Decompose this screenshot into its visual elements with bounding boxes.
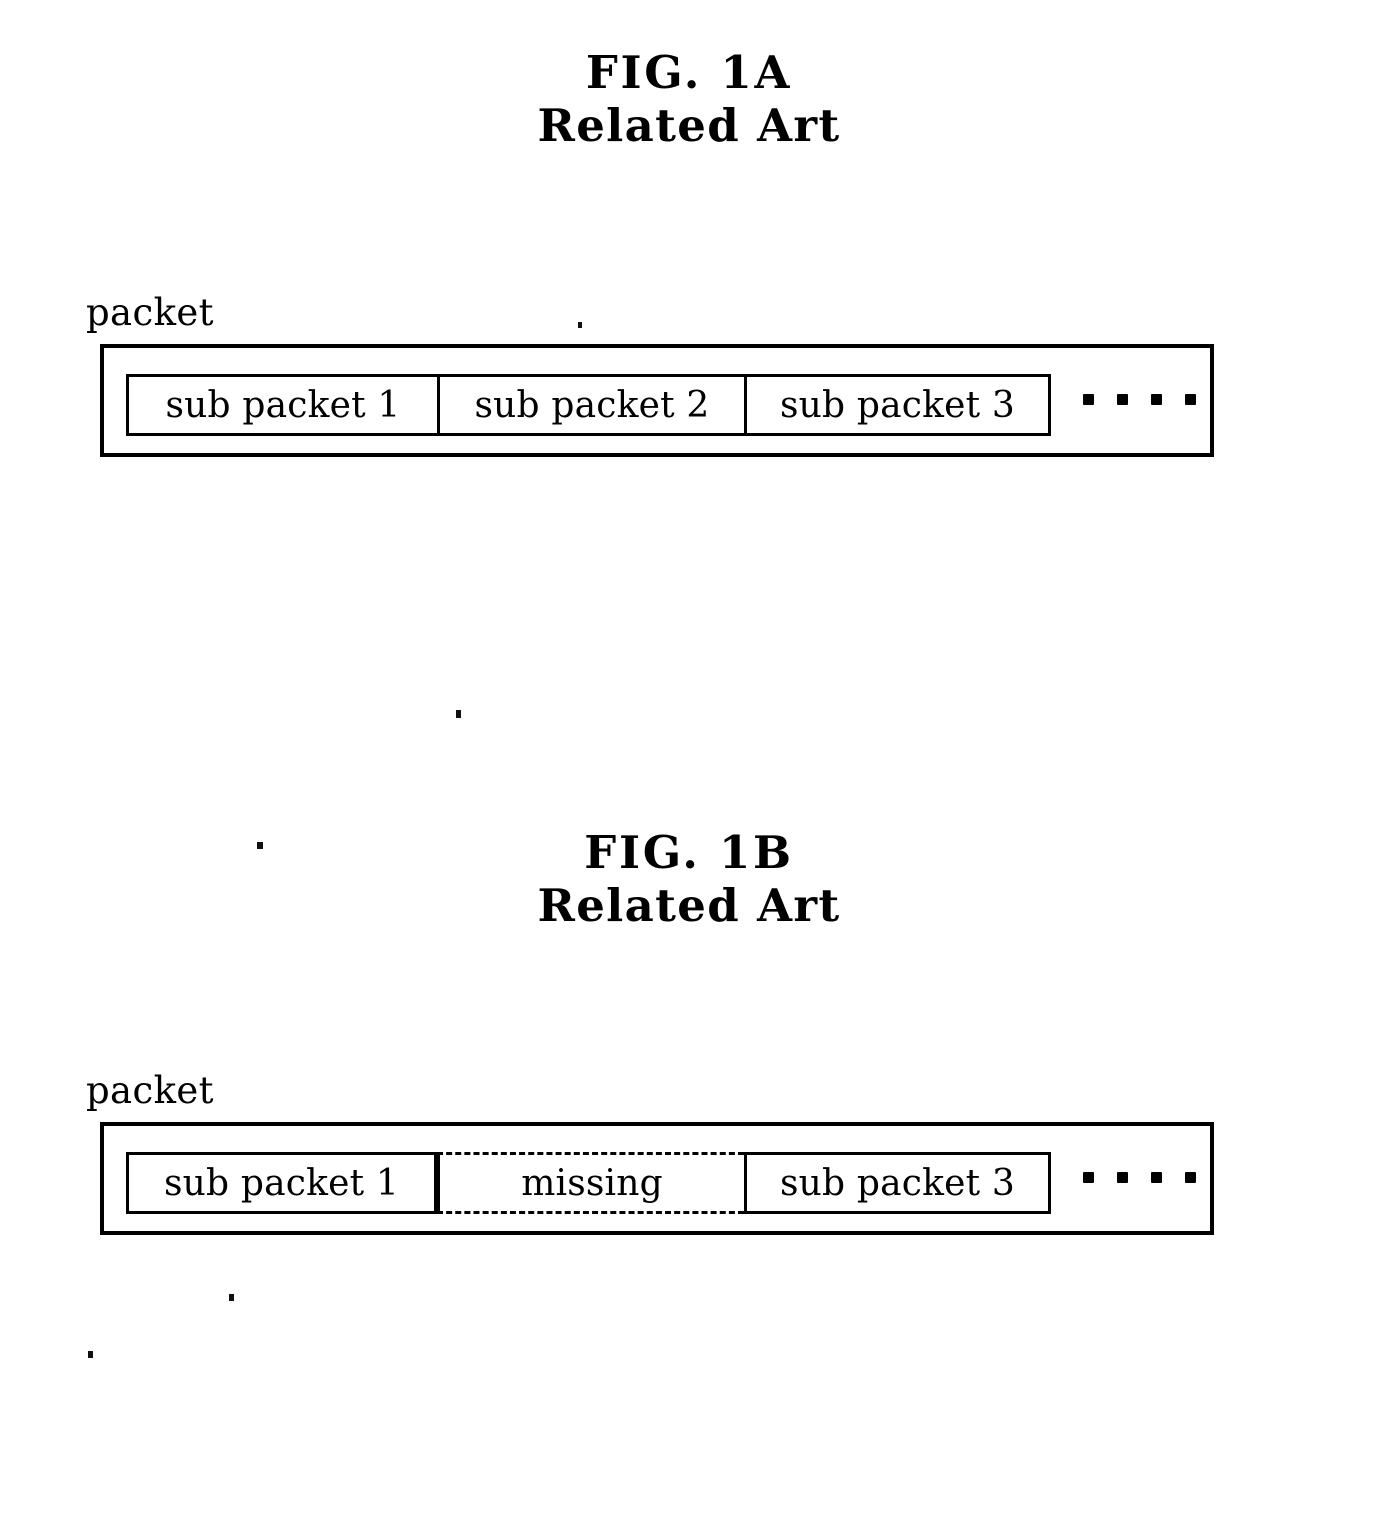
figure-1a-subpacket-row: sub packet 1 sub packet 2 sub packet 3	[126, 374, 1051, 436]
ellipsis-dot	[1083, 394, 1094, 405]
figure-1a-sub-packet-3-cell: sub packet 3	[744, 374, 1051, 436]
figure-1b-title-number: FIG. 1B	[584, 826, 794, 879]
figure-1a-sub-packet-1-cell: sub packet 1	[126, 374, 437, 436]
figure-1b-packet-frame: sub packet 1 missing sub packet 3	[100, 1122, 1214, 1235]
figure-1b-title: FIG. 1B Related Art	[0, 826, 1378, 932]
figure-1a-sub-packet-3-label: sub packet 3	[780, 384, 1015, 426]
figure-1b-missing-label: missing	[521, 1162, 663, 1204]
figure-1a-title-subtitle: Related Art	[537, 99, 841, 153]
ellipsis-dot	[1151, 1172, 1162, 1183]
figure-1b-sub-packet-3-cell: sub packet 3	[744, 1152, 1051, 1214]
figure-1a-ellipsis-icon	[1083, 394, 1196, 405]
scan-speck	[456, 710, 461, 718]
scan-speck	[88, 1351, 93, 1358]
figure-1b-sub-packet-3-label: sub packet 3	[780, 1162, 1015, 1204]
figure-1b-sub-packet-1-label: sub packet 1	[164, 1162, 399, 1204]
ellipsis-dot	[1083, 1172, 1094, 1183]
figure-1a-packet-label: packet	[86, 291, 214, 334]
ellipsis-dot	[1117, 1172, 1128, 1183]
scan-speck	[578, 322, 582, 328]
figure-1a-title: FIG. 1A Related Art	[0, 46, 1378, 152]
ellipsis-dot	[1151, 394, 1162, 405]
figure-1a-packet-frame: sub packet 1 sub packet 2 sub packet 3	[100, 344, 1214, 457]
figure-1b-subpacket-row: sub packet 1 missing sub packet 3	[126, 1152, 1051, 1214]
ellipsis-dot	[1185, 394, 1196, 405]
figure-1a-sub-packet-1-label: sub packet 1	[165, 384, 401, 426]
figure-1a-sub-packet-2-cell: sub packet 2	[437, 374, 744, 436]
figure-1b-title-subtitle: Related Art	[537, 879, 841, 933]
figure-1a-title-number: FIG. 1A	[585, 46, 793, 99]
ellipsis-dot	[1185, 1172, 1196, 1183]
figure-1b-missing-cell: missing	[437, 1152, 744, 1214]
figure-1b-sub-packet-1-cell: sub packet 1	[126, 1152, 437, 1214]
scan-speck	[257, 842, 263, 849]
figure-1b-ellipsis-icon	[1083, 1172, 1196, 1183]
drawing-sheet: FIG. 1A Related Art packet sub packet 1 …	[0, 0, 1378, 1525]
figure-1b-packet-label: packet	[86, 1069, 214, 1112]
figure-1a-sub-packet-2-label: sub packet 2	[474, 384, 710, 426]
ellipsis-dot	[1117, 394, 1128, 405]
scan-speck	[229, 1294, 234, 1301]
